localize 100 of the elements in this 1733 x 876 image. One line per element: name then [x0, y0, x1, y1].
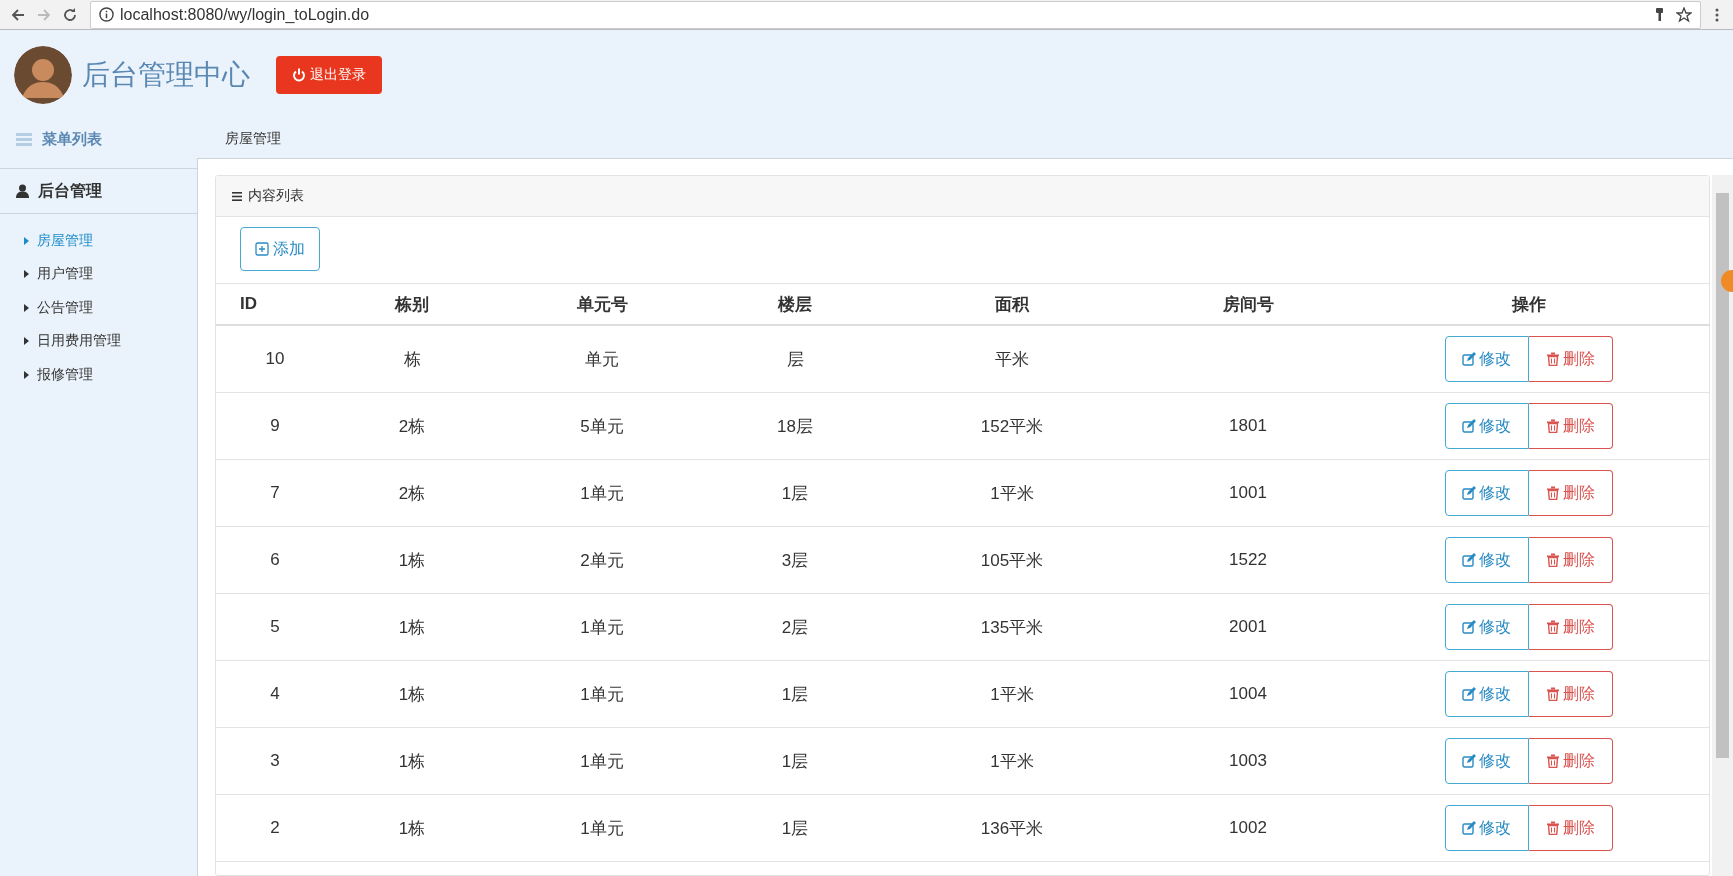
table-cell-text: 1单元 — [580, 482, 624, 505]
user-icon — [16, 184, 29, 198]
menu-item[interactable]: 用户管理 — [0, 257, 197, 291]
edit-icon — [1462, 821, 1476, 835]
table-cell-text: 1平米 — [990, 683, 1034, 706]
edit-icon — [1462, 620, 1476, 634]
table-cell-text: 2栋 — [398, 482, 426, 505]
column-header: ID — [240, 294, 257, 314]
table-cell-text: 152平米 — [980, 415, 1044, 438]
delete-button[interactable]: 删除 — [1528, 738, 1613, 784]
info-icon[interactable] — [99, 7, 114, 22]
logout-button[interactable]: 退出登录 — [276, 56, 382, 94]
trash-icon — [1545, 821, 1560, 835]
site-title: 后台管理中心 — [82, 58, 250, 92]
star-icon[interactable] — [1676, 6, 1692, 23]
table-cell: 7 — [270, 483, 280, 503]
column-header: 栋别 — [395, 293, 429, 316]
edit-button[interactable]: 修改 — [1444, 403, 1529, 449]
delete-button[interactable]: 删除 — [1528, 336, 1613, 382]
delete-button[interactable]: 删除 — [1528, 403, 1613, 449]
table-cell-text: 1栋 — [398, 817, 426, 840]
table-cell-text: 1层 — [781, 750, 809, 773]
table-cell-text: 1栋 — [398, 549, 426, 572]
trash-icon — [1545, 687, 1560, 701]
caret-icon — [24, 370, 29, 379]
edit-icon — [1462, 352, 1476, 366]
table-cell: 9 — [270, 416, 280, 436]
table-cell-text: 136平米 — [980, 817, 1044, 840]
table-cell-text: 1单元 — [580, 817, 624, 840]
delete-button[interactable]: 删除 — [1528, 805, 1613, 851]
power-icon — [292, 68, 306, 82]
table-cell-text: 2层 — [781, 616, 809, 639]
table-cell-text: 1栋 — [398, 616, 426, 639]
table-cell: 1004 — [1229, 684, 1267, 704]
table-cell: 6 — [270, 550, 280, 570]
menu-item[interactable]: 房屋管理 — [0, 224, 197, 258]
scrollbar[interactable] — [1712, 175, 1733, 876]
breadcrumb: 房屋管理 — [224, 130, 282, 148]
menu-item[interactable]: 公告管理 — [0, 291, 197, 325]
table-cell-text: 18层 — [777, 415, 813, 438]
table-cell-text: 3层 — [781, 549, 809, 572]
delete-button[interactable]: 删除 — [1528, 470, 1613, 516]
menu-title: 菜单列表 — [42, 129, 102, 149]
edit-button[interactable]: 修改 — [1444, 537, 1529, 583]
menu-item[interactable]: 日用费用管理 — [0, 324, 197, 358]
list-icon — [16, 132, 32, 146]
edit-icon — [1462, 687, 1476, 701]
plus-square-icon — [255, 242, 269, 256]
column-header: 楼层 — [778, 293, 812, 316]
column-header: 房间号 — [1222, 293, 1274, 316]
table-cell-text: 层 — [786, 348, 804, 371]
edit-button[interactable]: 修改 — [1444, 336, 1529, 382]
address-bar[interactable]: localhost:8080/wy/login_toLogin.do — [90, 0, 1701, 29]
edit-button[interactable]: 修改 — [1444, 805, 1529, 851]
edit-button[interactable]: 修改 — [1444, 671, 1529, 717]
table-cell: 10 — [265, 349, 285, 369]
table-cell-text: 105平米 — [980, 549, 1044, 572]
table-cell: 1801 — [1229, 416, 1267, 436]
table-cell-text: 1平米 — [990, 482, 1034, 505]
table-cell-text: 1层 — [781, 817, 809, 840]
edit-icon — [1462, 754, 1476, 768]
table-cell-text: 135平米 — [980, 616, 1044, 639]
list-icon — [232, 191, 242, 201]
edit-button[interactable]: 修改 — [1444, 738, 1529, 784]
delete-button[interactable]: 删除 — [1528, 671, 1613, 717]
table-cell-text: 1层 — [781, 482, 809, 505]
table-cell-text: 1栋 — [398, 750, 426, 773]
panel-title: 内容列表 — [248, 187, 304, 205]
caret-icon — [24, 236, 29, 245]
table-cell-text: 平米 — [995, 348, 1029, 371]
trash-icon — [1545, 352, 1560, 366]
trash-icon — [1545, 553, 1560, 567]
table-cell: 1003 — [1229, 751, 1267, 771]
edit-button[interactable]: 修改 — [1444, 604, 1529, 650]
edit-icon — [1462, 553, 1476, 567]
column-header: 操作 — [1511, 293, 1546, 316]
table-cell-text: 1单元 — [580, 683, 624, 706]
delete-button[interactable]: 删除 — [1528, 604, 1613, 650]
table-cell: 3 — [270, 751, 280, 771]
table-cell: 1002 — [1229, 818, 1267, 838]
table-cell-text: 5单元 — [580, 415, 624, 438]
delete-button[interactable]: 删除 — [1528, 537, 1613, 583]
column-header: 面积 — [995, 293, 1029, 316]
edit-button[interactable]: 修改 — [1444, 470, 1529, 516]
table-cell-text: 1平米 — [990, 750, 1034, 773]
table-cell-text: 1单元 — [580, 750, 624, 773]
trash-icon — [1545, 620, 1560, 634]
reload-icon[interactable] — [62, 6, 78, 23]
table-cell-text: 1单元 — [580, 616, 624, 639]
trash-icon — [1545, 486, 1560, 500]
table-cell-text: 2栋 — [398, 415, 426, 438]
back-icon[interactable] — [10, 6, 26, 23]
table-cell: 4 — [270, 684, 280, 704]
table-cell-text: 2单元 — [580, 549, 624, 572]
add-button[interactable]: 添加 — [240, 227, 320, 271]
caret-icon — [24, 270, 29, 279]
trash-icon — [1545, 419, 1560, 433]
column-header: 单元号 — [576, 293, 628, 316]
menu-item[interactable]: 报修管理 — [0, 358, 197, 392]
table-cell: 1001 — [1229, 483, 1267, 503]
